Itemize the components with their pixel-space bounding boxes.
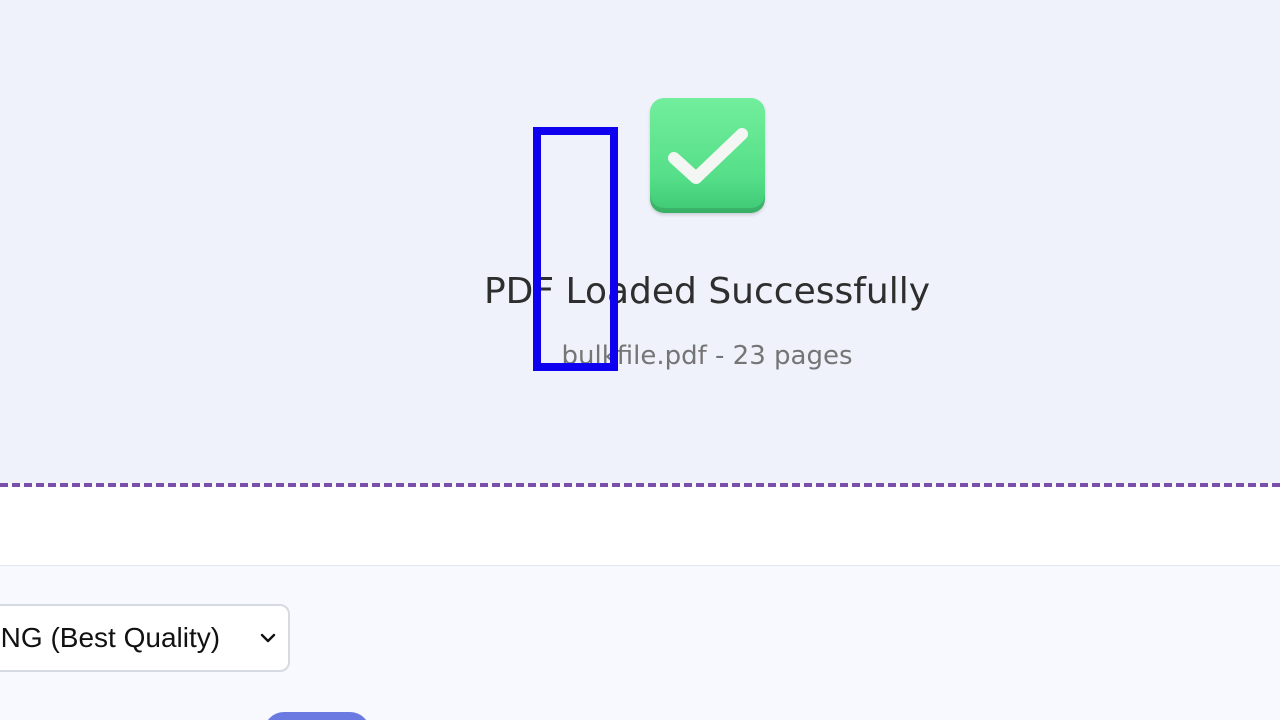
output-format-select[interactable]: PNG (Best Quality) xyxy=(0,604,290,672)
text-cursor-highlight xyxy=(533,127,618,371)
upload-status-title: PDF Loaded Successfully xyxy=(483,271,931,312)
output-format-selected-value: PNG (Best Quality) xyxy=(0,622,221,653)
convert-button[interactable] xyxy=(264,712,370,720)
options-header-band xyxy=(0,487,1280,566)
check-mark-button-icon xyxy=(650,98,765,213)
file-info-text: bulkfile.pdf - 23 pages xyxy=(561,341,853,371)
page: PDF Loaded Successfully bulkfile.pdf - 2… xyxy=(0,0,1280,720)
pdf-dropzone[interactable]: PDF Loaded Successfully bulkfile.pdf - 2… xyxy=(0,0,1280,483)
chevron-down-icon xyxy=(258,628,278,648)
